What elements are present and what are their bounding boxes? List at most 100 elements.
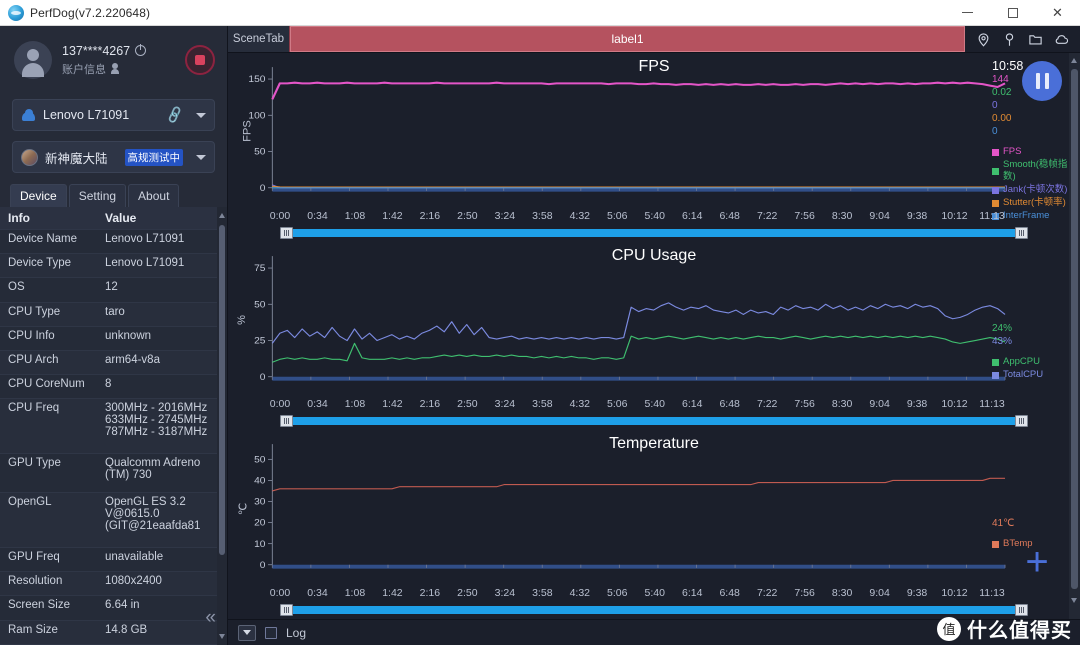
- x-tick-label: 11:13: [979, 587, 1005, 600]
- table-row[interactable]: Device Name Lenovo L71091: [0, 229, 227, 255]
- table-row[interactable]: Device Type Lenovo L71091: [0, 253, 227, 279]
- scrubber-handle-left[interactable]: [280, 226, 293, 239]
- chevron-down-icon[interactable]: [196, 112, 206, 118]
- folder-icon[interactable]: [1028, 32, 1043, 47]
- x-tick-label: 9:38: [906, 209, 928, 222]
- scrubber-handle-right[interactable]: [1015, 604, 1028, 617]
- x-tick-label: 3:58: [532, 587, 553, 600]
- device-select[interactable]: Lenovo L71091 🔗: [12, 99, 215, 131]
- plot-area[interactable]: % 0 25 50 75 24% 43% AppCPU TotalCPU: [228, 242, 1080, 399]
- info-value: unavailable: [97, 547, 227, 573]
- minimize-button[interactable]: [945, 0, 990, 25]
- scroll-down-icon[interactable]: [219, 634, 225, 639]
- app-select[interactable]: 新神魔大陆 高规测试中: [12, 141, 215, 173]
- svg-text:50: 50: [254, 455, 266, 466]
- timeline-scrubber[interactable]: [280, 226, 1028, 239]
- x-tick-label: 5:06: [607, 209, 628, 222]
- device-select-value: Lenovo L71091: [43, 108, 130, 122]
- scrubber-track[interactable]: [290, 417, 1018, 426]
- x-tick-label: 0:00: [269, 398, 291, 411]
- left-scrollbar[interactable]: [217, 207, 227, 645]
- scrubber-track[interactable]: [290, 606, 1018, 615]
- x-tick-label: 7:22: [756, 398, 778, 411]
- tab-setting[interactable]: Setting: [68, 184, 127, 207]
- stop-recording-button[interactable]: [185, 45, 215, 75]
- x-tick-label: 5:40: [644, 587, 665, 600]
- x-tick-label: 2:50: [457, 587, 478, 600]
- chart-legend: 10:58 144 0.02 0 0.00 0 FPS Smooth(稳帧指数) Jank(卡顿…: [992, 59, 1076, 222]
- legend-value: 0.02: [992, 87, 1012, 98]
- legend-item[interactable]: Stutter(卡顿率): [992, 197, 1076, 209]
- table-row[interactable]: GPU Freq unavailable: [0, 547, 227, 573]
- scrubber-handle-left[interactable]: [280, 604, 293, 617]
- window-title: PerfDog(v7.2.220648): [30, 5, 151, 20]
- scene-bar: SceneTab label1: [228, 26, 1080, 53]
- cloud-icon[interactable]: [1054, 32, 1069, 47]
- legend-value: 144: [992, 74, 1009, 85]
- table-row[interactable]: Ram Size 14.8 GB: [0, 620, 227, 645]
- info-key: Ram Size: [0, 620, 97, 645]
- scene-label[interactable]: label1: [290, 26, 965, 52]
- table-row[interactable]: CPU Type taro: [0, 302, 227, 327]
- chart-temperature: Temperature ℃ 0 10 20 30 40 50 41℃ BTemp 0:00 0:34 1…: [228, 430, 1080, 619]
- info-value: arm64-v8a: [97, 350, 227, 376]
- scene-tab[interactable]: SceneTab: [228, 26, 290, 52]
- x-tick-label: 5:40: [644, 209, 665, 222]
- legend-item[interactable]: AppCPU: [992, 356, 1076, 368]
- legend-item[interactable]: BTemp: [992, 538, 1076, 550]
- table-row[interactable]: OpenGL OpenGL ES 3.2 V@0615.0 (GIT@21eaaf…: [0, 492, 227, 549]
- x-tick-label: 9:38: [906, 587, 928, 600]
- scrubber-handle-right[interactable]: [1015, 415, 1028, 428]
- marker-pin-icon[interactable]: [1002, 32, 1017, 47]
- person-add-icon[interactable]: [111, 63, 124, 74]
- table-row[interactable]: GPU Type Qualcomm Adreno (TM) 730: [0, 453, 227, 494]
- scrubber-handle-left[interactable]: [280, 415, 293, 428]
- x-axis: 0:00 0:34 1:08 1:42 2:16 2:50 3:24 3:58 4:32 5:06…: [270, 398, 1005, 414]
- window-controls: ✕: [945, 0, 1080, 25]
- scrollbar-thumb[interactable]: [219, 225, 225, 555]
- legend-label: Smooth(稳帧指数): [1003, 159, 1068, 182]
- account-info-label[interactable]: 账户信息: [62, 61, 106, 77]
- tab-about[interactable]: About: [128, 184, 180, 207]
- info-value: Lenovo L71091: [97, 229, 227, 255]
- legend-spacer: [992, 531, 1076, 537]
- scrubber-track[interactable]: [290, 228, 1018, 237]
- plot-area[interactable]: FPS 0 50 100 150 10:58 144 0.02 0 0.00 0 FPS Smooth(…: [228, 53, 1080, 221]
- legend-spacer: [992, 349, 1076, 355]
- x-tick-label: 2:16: [419, 398, 441, 411]
- power-icon[interactable]: [135, 44, 147, 56]
- x-tick-label: 6:48: [719, 587, 740, 600]
- scrubber-handle-right[interactable]: [1015, 226, 1028, 239]
- chevron-down-icon[interactable]: [196, 154, 206, 160]
- collapse-panel-button[interactable]: «: [205, 608, 215, 627]
- legend-item[interactable]: FPS: [992, 146, 1076, 158]
- scroll-up-icon[interactable]: [219, 213, 225, 218]
- table-row[interactable]: CPU Arch arm64-v8a: [0, 350, 227, 376]
- legend-label: BTemp: [1003, 538, 1033, 550]
- location-pin-icon[interactable]: [976, 32, 991, 47]
- plot-area[interactable]: ℃ 0 10 20 30 40 50 41℃ BTemp: [228, 430, 1080, 587]
- close-button[interactable]: ✕: [1035, 0, 1080, 25]
- statusbar-dropdown-button[interactable]: [238, 624, 256, 641]
- legend-value: 0: [992, 100, 998, 111]
- table-row[interactable]: Screen Size 6.64 in: [0, 595, 227, 621]
- x-tick-label: 4:32: [569, 209, 590, 222]
- info-value: 1080x2400: [97, 571, 227, 597]
- legend-value: 43%: [992, 336, 1013, 348]
- table-row[interactable]: CPU Info unknown: [0, 326, 227, 351]
- table-row[interactable]: OS 12: [0, 277, 227, 303]
- table-row[interactable]: CPU Freq 300MHz - 2016MHz 633MHz - 2745MH…: [0, 398, 227, 454]
- x-tick-label: 1:42: [382, 209, 403, 222]
- legend-item[interactable]: Smooth(稳帧指数): [992, 159, 1076, 183]
- x-tick-label: 2:16: [419, 587, 441, 600]
- log-checkbox[interactable]: [265, 626, 277, 639]
- legend-item[interactable]: Jank(卡顿次数): [992, 184, 1076, 196]
- usb-link-icon[interactable]: 🔗: [165, 105, 186, 126]
- timeline-scrubber[interactable]: [280, 415, 1028, 428]
- table-row[interactable]: Resolution 1080x2400: [0, 571, 227, 597]
- tab-device[interactable]: Device: [10, 184, 67, 207]
- maximize-button[interactable]: [990, 0, 1035, 25]
- legend-item[interactable]: TotalCPU: [992, 369, 1076, 381]
- table-row[interactable]: CPU CoreNum 8: [0, 374, 227, 400]
- timeline-scrubber[interactable]: [280, 604, 1028, 617]
